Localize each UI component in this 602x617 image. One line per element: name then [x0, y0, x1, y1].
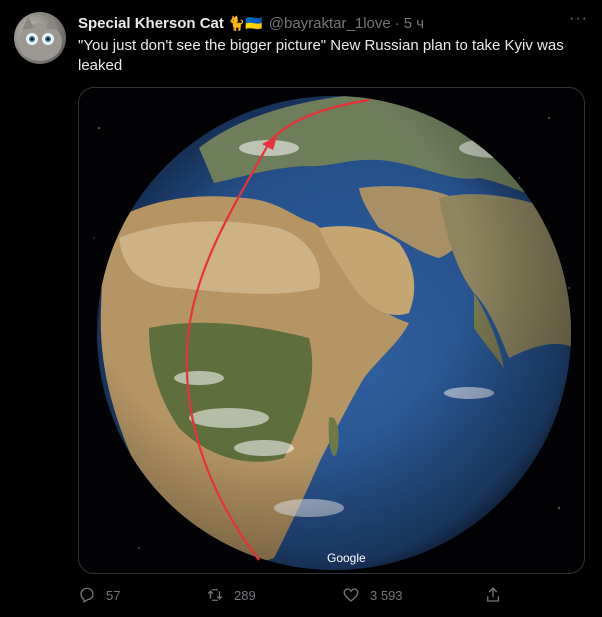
avatar[interactable]: [14, 12, 66, 64]
reply-button[interactable]: 57: [78, 586, 206, 604]
heart-icon: [343, 588, 359, 602]
globe-shading: [97, 96, 571, 570]
tweet-media[interactable]: Google: [78, 87, 585, 574]
like-button[interactable]: 3 593: [342, 586, 484, 604]
share-button[interactable]: [484, 586, 512, 604]
cat-avatar-image: [18, 16, 62, 61]
retweet-icon: [207, 589, 223, 601]
tweet-timestamp[interactable]: 5 ч: [404, 15, 424, 32]
earth-image: Google: [93, 96, 571, 570]
reply-icon: [80, 587, 94, 603]
share-icon: [487, 587, 499, 602]
more-options-icon[interactable]: ···: [569, 10, 588, 28]
retweet-count: 289: [234, 587, 256, 603]
tweet-text: "You just don't see the bigger picture" …: [78, 37, 564, 74]
author-handle[interactable]: @bayraktar_1love: [269, 15, 391, 32]
separator-dot: ·: [394, 14, 400, 32]
retweet-button[interactable]: 289: [206, 586, 342, 604]
action-bar: 57 289 3 593: [78, 584, 518, 606]
author-emoji: 🐈🇺🇦: [227, 14, 263, 31]
reply-count: 57: [106, 587, 121, 603]
like-count: 3 593: [370, 587, 403, 603]
author-name[interactable]: Special Kherson Cat: [78, 15, 224, 32]
google-watermark: Google: [327, 551, 366, 565]
tweet-header: Special Kherson Cat 🐈🇺🇦 @bayraktar_1love…: [78, 13, 588, 33]
